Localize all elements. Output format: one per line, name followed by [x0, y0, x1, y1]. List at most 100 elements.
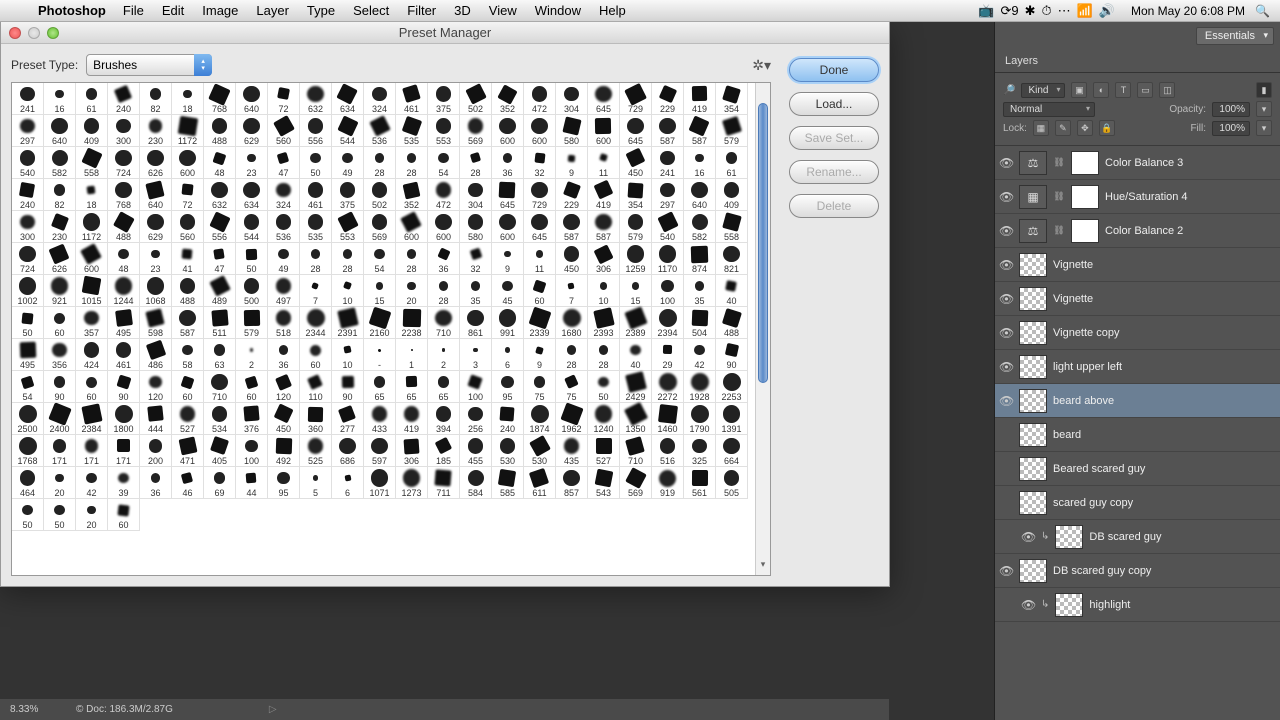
brush-preset[interactable]: 20: [396, 275, 428, 307]
brush-preset[interactable]: 50: [12, 499, 44, 531]
brush-preset[interactable]: 36: [268, 339, 300, 371]
visibility-icon[interactable]: 👁: [1021, 530, 1035, 544]
brush-preset[interactable]: 376: [236, 403, 268, 435]
brush-preset[interactable]: 300: [12, 211, 44, 243]
menu-type[interactable]: Type: [298, 3, 344, 18]
filter-pixel-icon[interactable]: ▣: [1071, 82, 1087, 98]
brush-preset[interactable]: 821: [716, 243, 748, 275]
brush-preset[interactable]: 587: [652, 115, 684, 147]
lock-paint-icon[interactable]: ✎: [1055, 120, 1071, 136]
brush-preset[interactable]: 82: [44, 179, 76, 211]
layer-filter-kind[interactable]: Kind: [1021, 83, 1065, 98]
filter-adj-icon[interactable]: ◐: [1093, 82, 1109, 98]
brush-preset[interactable]: 553: [428, 115, 460, 147]
brush-preset[interactable]: 15: [364, 275, 396, 307]
brush-preset[interactable]: 5: [300, 467, 332, 499]
brush-scrollbar[interactable]: ▾: [755, 83, 770, 575]
brush-preset[interactable]: 90: [716, 339, 748, 371]
brush-preset[interactable]: 472: [524, 83, 556, 115]
brush-preset[interactable]: 277: [332, 403, 364, 435]
brush-preset[interactable]: 600: [524, 115, 556, 147]
brush-preset[interactable]: 29: [652, 339, 684, 371]
filter-shape-icon[interactable]: ▭: [1137, 82, 1153, 98]
brush-preset[interactable]: 47: [268, 147, 300, 179]
brush-preset[interactable]: 1768: [12, 435, 44, 467]
brush-preset[interactable]: 230: [140, 115, 172, 147]
visibility-icon[interactable]: 👁: [999, 360, 1013, 374]
brush-preset[interactable]: 710: [428, 307, 460, 339]
brush-preset[interactable]: 40: [620, 339, 652, 371]
brush-preset[interactable]: 306: [588, 243, 620, 275]
lock-all-icon[interactable]: 🔒: [1099, 120, 1115, 136]
layer-row[interactable]: 👁beard above: [995, 384, 1280, 418]
filter-smart-icon[interactable]: ◫: [1159, 82, 1175, 98]
brush-preset[interactable]: 861: [460, 307, 492, 339]
brush-preset[interactable]: 626: [44, 243, 76, 275]
brush-preset[interactable]: 375: [428, 83, 460, 115]
brush-preset[interactable]: 640: [140, 179, 172, 211]
brush-preset[interactable]: 120: [140, 371, 172, 403]
brush-preset[interactable]: 527: [172, 403, 204, 435]
brush-preset[interactable]: 1259: [620, 243, 652, 275]
brush-preset[interactable]: 28: [364, 147, 396, 179]
brush-preset[interactable]: 72: [172, 179, 204, 211]
brush-preset[interactable]: 95: [268, 467, 300, 499]
brush-preset[interactable]: 41: [172, 243, 204, 275]
doc-info[interactable]: © Doc: 186.3M/2.87G: [76, 704, 173, 715]
brush-preset[interactable]: 1460: [652, 403, 684, 435]
brush-preset[interactable]: 28: [588, 339, 620, 371]
brush-preset[interactable]: 50: [12, 307, 44, 339]
zoom-field[interactable]: 8.33%: [10, 704, 60, 715]
preset-type-select[interactable]: Brushes ▴▾: [86, 54, 212, 76]
brush-preset[interactable]: 611: [524, 467, 556, 499]
brush-preset[interactable]: 640: [684, 179, 716, 211]
brush-preset[interactable]: 60: [236, 371, 268, 403]
brush-preset[interactable]: 2238: [396, 307, 428, 339]
brush-preset[interactable]: 16: [684, 147, 716, 179]
play-icon[interactable]: ▷: [269, 704, 277, 715]
brush-preset[interactable]: 46: [172, 467, 204, 499]
brush-preset[interactable]: 600: [588, 115, 620, 147]
brush-preset[interactable]: 579: [620, 211, 652, 243]
brush-preset[interactable]: 634: [332, 83, 364, 115]
brush-preset[interactable]: 560: [172, 211, 204, 243]
brush-preset[interactable]: 300: [108, 115, 140, 147]
brush-preset[interactable]: 2391: [332, 307, 364, 339]
menu-help[interactable]: Help: [590, 3, 635, 18]
brush-preset[interactable]: 626: [140, 147, 172, 179]
visibility-icon[interactable]: 👁: [999, 564, 1013, 578]
brush-preset[interactable]: 472: [428, 179, 460, 211]
brush-preset[interactable]: 50: [236, 243, 268, 275]
brush-preset[interactable]: 28: [556, 339, 588, 371]
brush-preset[interactable]: 582: [44, 147, 76, 179]
brush-preset[interactable]: 20: [76, 499, 108, 531]
brush-preset[interactable]: 23: [140, 243, 172, 275]
brush-preset[interactable]: 120: [268, 371, 300, 403]
brush-preset[interactable]: 42: [684, 339, 716, 371]
brush-preset[interactable]: 1068: [140, 275, 172, 307]
filter-toggle[interactable]: ▮: [1256, 82, 1272, 98]
brush-preset[interactable]: 90: [108, 371, 140, 403]
brush-preset[interactable]: 629: [140, 211, 172, 243]
brush-preset[interactable]: 75: [556, 371, 588, 403]
gear-icon[interactable]: ✲▾: [752, 57, 771, 74]
visibility-icon[interactable]: 👁: [999, 190, 1013, 204]
brush-preset[interactable]: 640: [44, 115, 76, 147]
brush-preset[interactable]: 587: [588, 211, 620, 243]
layer-thumb[interactable]: [1019, 389, 1047, 413]
load-button[interactable]: Load...: [789, 92, 879, 116]
brush-preset[interactable]: 471: [172, 435, 204, 467]
brush-preset[interactable]: 535: [300, 211, 332, 243]
brush-preset[interactable]: 45: [492, 275, 524, 307]
menu-window[interactable]: Window: [526, 3, 590, 18]
layer-row[interactable]: 👁⚖⛓Color Balance 2: [995, 214, 1280, 248]
brush-preset[interactable]: 2393: [588, 307, 620, 339]
brush-preset[interactable]: 28: [396, 243, 428, 275]
brush-preset[interactable]: 664: [716, 435, 748, 467]
brush-preset[interactable]: 90: [44, 371, 76, 403]
fill-field[interactable]: 100%: [1212, 121, 1250, 136]
brush-preset[interactable]: 82: [140, 83, 172, 115]
brush-preset[interactable]: 1273: [396, 467, 428, 499]
brush-preset[interactable]: 11: [588, 147, 620, 179]
brush-preset[interactable]: 585: [492, 467, 524, 499]
